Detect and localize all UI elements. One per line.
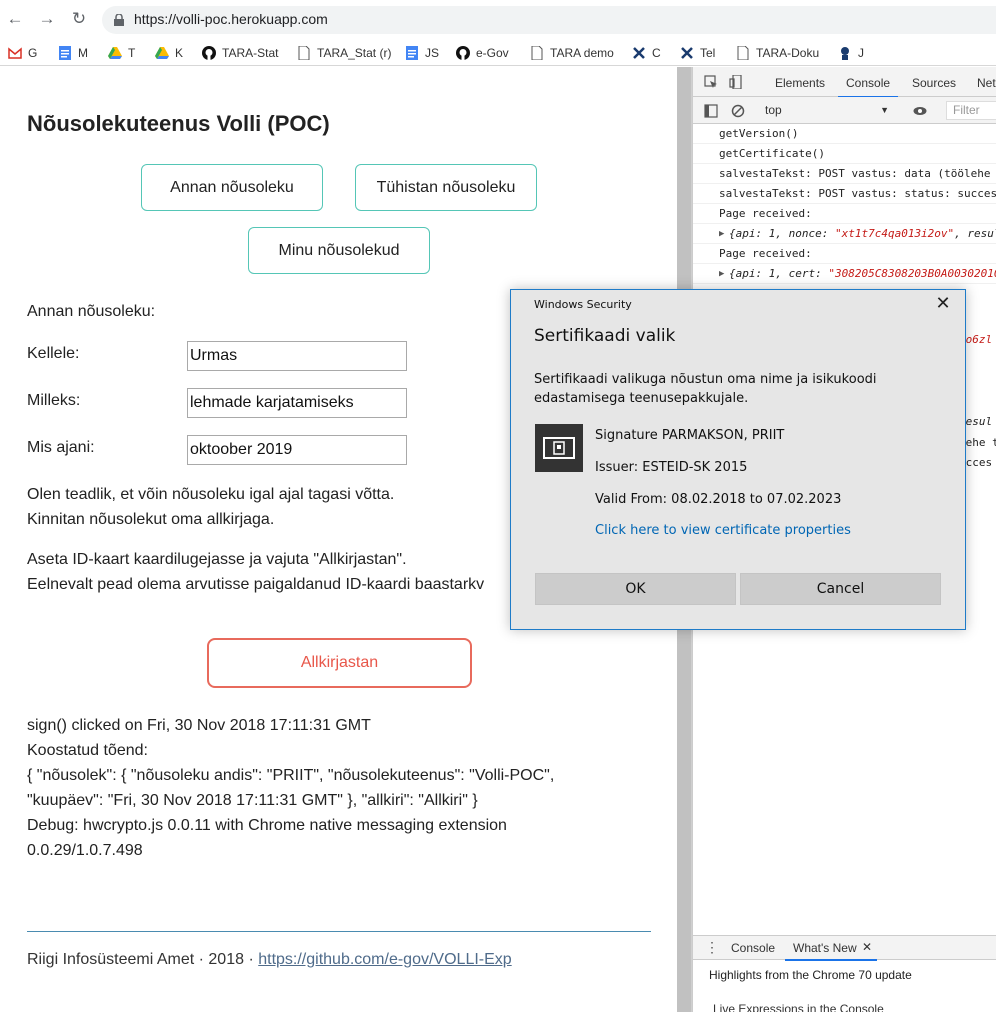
back-arrow-icon[interactable]: ← — [4, 8, 26, 30]
drive-icon — [155, 47, 169, 59]
bookmark-e-gov[interactable]: e-Gov — [456, 43, 509, 63]
tab-elements[interactable]: Elements — [775, 76, 825, 90]
certificate-properties-link[interactable]: Click here to view certificate propertie… — [595, 523, 851, 538]
tools-icon — [633, 47, 645, 59]
notice-text: Olen teadlik, et võin nõusoleku igal aja… — [27, 486, 395, 528]
console-line: Page received: — [693, 244, 996, 264]
bookmark-tara-demo[interactable]: TARA demo — [530, 43, 614, 63]
page-title: Nõusolekuteenus Volli (POC) — [27, 111, 330, 136]
reload-icon[interactable]: ↻ — [68, 8, 90, 30]
console-line: getVersion() — [693, 124, 996, 144]
instruction-text: Aseta ID-kaart kaardilugejasse ja vajuta… — [27, 551, 485, 593]
url-text: https://volli-poc.herokuapp.com — [134, 11, 328, 27]
tab-network[interactable]: Net — [977, 76, 996, 90]
tools-icon — [681, 47, 693, 59]
dialog-title: Sertifikaadi valik — [534, 326, 676, 346]
revoke-consent-button[interactable]: Tühistan nõusoleku — [355, 164, 537, 211]
bookmark-g[interactable]: G — [8, 43, 37, 63]
dialog-app-name: Windows Security — [534, 298, 632, 311]
bookmark-tara-stat[interactable]: TARA-Stat — [202, 43, 278, 63]
footer: Riigi Infosüsteemi Amet · 2018 · https:/… — [27, 951, 512, 968]
id-card-icon — [543, 437, 575, 459]
certificate-validity: Valid From: 08.02.2018 to 07.02.2023 — [595, 492, 842, 507]
gmail-icon — [8, 47, 22, 59]
whats-new-heading: Highlights from the Chrome 70 update — [709, 968, 912, 982]
drawer-tabs: ⋮ Console What's New ✕ — [693, 936, 996, 961]
dropdown-arrow-icon: ▼ — [880, 105, 889, 115]
bookmark-tara-stat-r[interactable]: TARA_Stat (r) — [297, 43, 391, 63]
close-icon[interactable]: ✕ — [933, 294, 953, 314]
context-selector[interactable]: top ▼ — [755, 101, 895, 120]
cancel-button[interactable]: Cancel — [740, 573, 941, 605]
sidebar-toggle-icon[interactable] — [704, 104, 718, 118]
drawer-tab-whats-new[interactable]: What's New — [785, 941, 877, 961]
certificate-name[interactable]: Signature PARMAKSON, PRIIT — [595, 428, 784, 443]
console-line: salvestaTekst: POST vastus: status: succ… — [693, 184, 996, 204]
form-heading: Annan nõusoleku: — [27, 303, 156, 320]
page-icon — [298, 46, 310, 60]
clear-console-icon[interactable] — [731, 104, 745, 118]
certificate-issuer: Issuer: ESTEID-SK 2015 — [595, 460, 748, 475]
to-field[interactable] — [187, 341, 407, 371]
bookmark-j[interactable]: J — [838, 43, 864, 63]
sign-button[interactable]: Allkirjastan — [207, 638, 472, 688]
lock-icon — [114, 14, 124, 26]
bookmark-js[interactable]: JS — [405, 43, 439, 63]
filter-input[interactable]: Filter — [946, 101, 996, 120]
bookmark-t[interactable]: T — [108, 43, 135, 63]
until-field[interactable] — [187, 435, 407, 465]
tab-sources[interactable]: Sources — [912, 76, 956, 90]
docs-icon — [406, 46, 418, 60]
github-link[interactable]: https://github.com/e-gov/VOLLI-Exp — [258, 951, 511, 968]
drawer-tab-console[interactable]: Console — [731, 941, 775, 955]
bookmark-tara-doku[interactable]: TARA-Doku — [736, 43, 819, 63]
github-icon — [202, 46, 216, 60]
console-line: salvestaTekst: POST vastus: data (tööleh… — [693, 164, 996, 184]
console-toolbar: top ▼ Filter — [693, 97, 996, 124]
inspect-icon[interactable] — [704, 75, 718, 89]
bookmark-c[interactable]: C — [632, 43, 661, 63]
to-label: Kellele: — [27, 345, 80, 362]
page-icon — [737, 46, 749, 60]
drive-icon — [108, 47, 122, 59]
device-toggle-icon[interactable] — [729, 75, 743, 89]
eye-icon[interactable] — [913, 104, 927, 118]
tab-console[interactable]: Console — [837, 76, 899, 98]
bookmark-m[interactable]: M — [58, 43, 88, 63]
ok-button[interactable]: OK — [535, 573, 736, 605]
page-icon — [531, 46, 543, 60]
address-bar[interactable]: https://volli-poc.herokuapp.com — [102, 6, 996, 34]
certificate-card-icon[interactable] — [535, 424, 583, 472]
browser-toolbar: ← → ↻ https://volli-poc.herokuapp.com — [0, 0, 996, 40]
until-label: Mis ajani: — [27, 439, 95, 456]
console-line: Page received: — [693, 204, 996, 224]
bookmark-tel[interactable]: Tel — [680, 43, 715, 63]
purpose-label: Milleks: — [27, 392, 81, 409]
bookmark-k[interactable]: K — [155, 43, 183, 63]
more-menu-icon[interactable]: ⋮ — [705, 939, 719, 956]
devtools-drawer: ⋮ Console What's New ✕ Highlights from t… — [693, 935, 996, 1012]
docs-icon — [59, 46, 71, 60]
console-line: getCertificate() — [693, 144, 996, 164]
expand-triangle-icon[interactable]: ▶ — [719, 264, 724, 283]
expand-triangle-icon[interactable]: ▶ — [719, 224, 724, 243]
dialog-description: Sertifikaadi valikuga nõustun oma nime j… — [534, 372, 877, 406]
jenkins-icon — [841, 47, 849, 60]
console-object-line[interactable]: ▶ {api: 1, cert: "308205C8308203B0A00302… — [693, 264, 996, 284]
github-icon — [456, 46, 470, 60]
bookmarks-bar: G M T K TARA-Stat TARA_Stat (r) JS e-Gov… — [0, 40, 996, 66]
sign-result-output: sign() clicked on Fri, 30 Nov 2018 17:11… — [27, 717, 555, 859]
console-object-line[interactable]: ▶ {api: 1, nonce: "xt1t7c4qa013i2ov", re… — [693, 224, 996, 244]
close-tab-icon[interactable]: ✕ — [862, 940, 872, 954]
console-output: getVersion() getCertificate() salvestaTe… — [693, 124, 996, 284]
give-consent-button[interactable]: Annan nõusoleku — [141, 164, 323, 211]
certificate-dialog: Windows Security ✕ Sertifikaadi valik Se… — [510, 289, 966, 630]
my-consents-button[interactable]: Minu nõusolekud — [248, 227, 430, 274]
devtools-tabs: Elements Console Sources Net — [693, 67, 996, 98]
footer-divider — [27, 931, 651, 932]
purpose-field[interactable] — [187, 388, 407, 418]
forward-arrow-icon[interactable]: → — [36, 8, 58, 30]
whats-new-item: Live Expressions in the Console — [713, 1002, 884, 1012]
